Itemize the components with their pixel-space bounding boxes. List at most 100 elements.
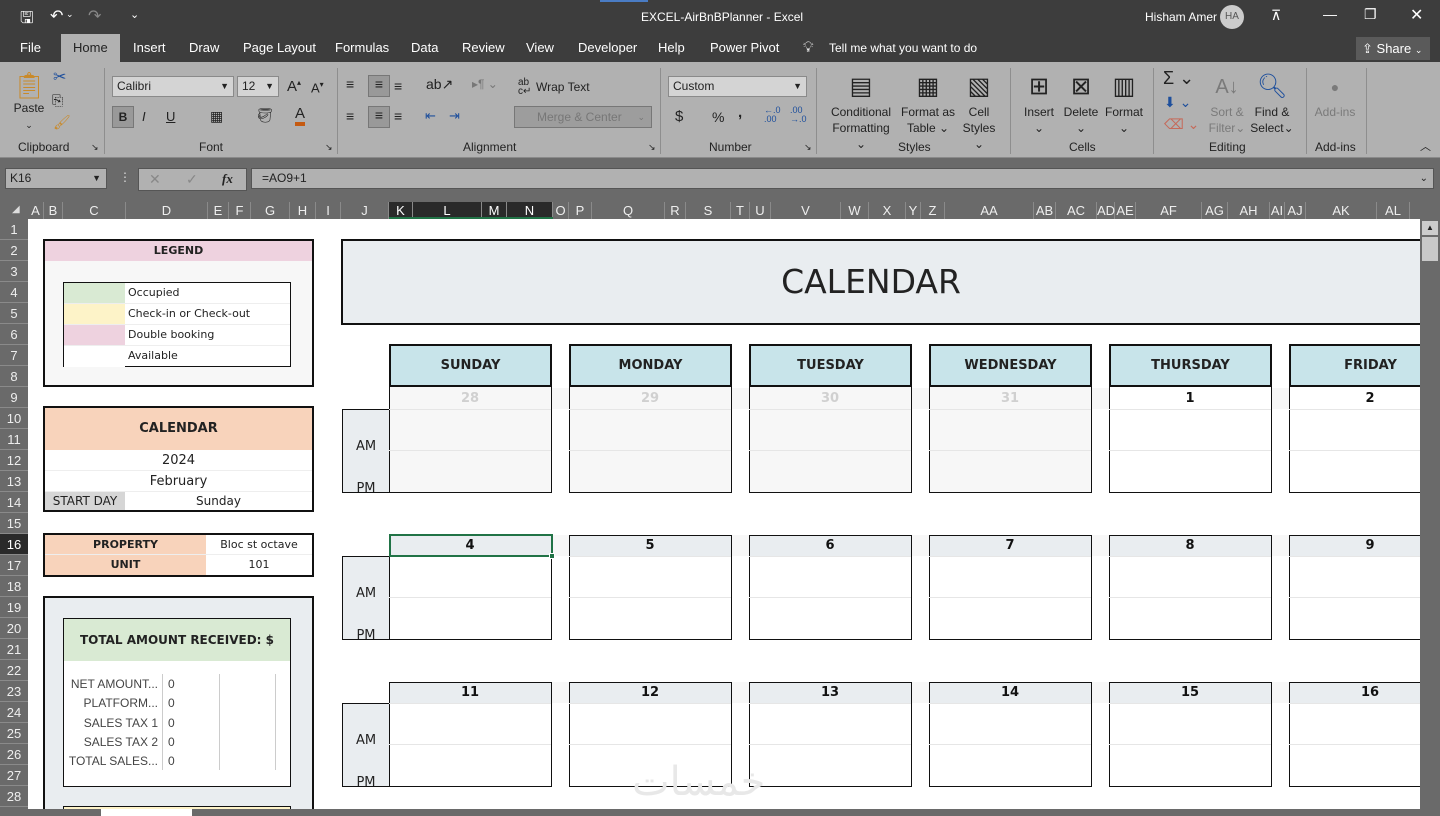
date-number[interactable]: 15	[1109, 682, 1271, 703]
column-header-p[interactable]: P	[569, 202, 592, 219]
tab-view[interactable]: View	[516, 34, 564, 62]
formula-input[interactable]: =AO9+1 ⌄	[251, 168, 1434, 189]
column-header-ad[interactable]: AD	[1097, 202, 1115, 219]
pm-slot[interactable]	[1110, 745, 1271, 785]
am-slot[interactable]	[390, 410, 551, 450]
pm-slot[interactable]	[930, 745, 1091, 785]
pm-slot[interactable]	[1290, 745, 1420, 785]
column-header-ab[interactable]: AB	[1034, 202, 1056, 219]
orientation-icon[interactable]: ab↗	[426, 76, 453, 93]
pm-slot[interactable]	[750, 598, 911, 638]
clipboard-launcher-icon[interactable]: ↘	[91, 142, 99, 153]
date-number[interactable]: 16	[1289, 682, 1420, 703]
column-header-u[interactable]: U	[750, 202, 771, 219]
vertical-scrollbar[interactable]: ▲	[1420, 219, 1440, 809]
row-header-24[interactable]: 24	[0, 702, 28, 723]
am-slot[interactable]	[1290, 704, 1420, 744]
pm-slot[interactable]	[1290, 598, 1420, 638]
date-number[interactable]: 8	[1109, 535, 1271, 556]
row-header-10[interactable]: 10	[0, 408, 28, 429]
row-header-4[interactable]: 4	[0, 282, 28, 303]
customize-toolbar-icon[interactable]: ⌄	[130, 8, 139, 21]
font-color-icon[interactable]: A	[295, 106, 306, 126]
tab-page-layout[interactable]: Page Layout	[233, 34, 326, 62]
row-header-8[interactable]: 8	[0, 366, 28, 387]
tab-developer[interactable]: Developer	[568, 34, 647, 62]
am-slot[interactable]	[750, 557, 911, 597]
paste-button[interactable]: 📋︎ Paste ⌄	[12, 70, 46, 133]
am-slot[interactable]	[390, 704, 551, 744]
fill-handle[interactable]	[549, 553, 555, 559]
percent-button[interactable]: %	[712, 109, 724, 125]
column-header-ae[interactable]: AE	[1115, 202, 1136, 219]
column-header-e[interactable]: E	[208, 202, 229, 219]
row-header-13[interactable]: 13	[0, 471, 28, 492]
column-header-ai[interactable]: AI	[1270, 202, 1285, 219]
select-all-button[interactable]: ◢	[12, 204, 20, 215]
align-right-icon[interactable]: ≡	[394, 108, 402, 124]
scroll-thumb[interactable]	[1422, 237, 1438, 261]
insert-cells-button[interactable]: ⊞ Insert ⌄	[1020, 70, 1058, 136]
format-painter-icon[interactable]: 🖌︎	[53, 114, 71, 131]
enter-icon[interactable]: ✓	[186, 171, 198, 188]
date-number[interactable]: 14	[929, 682, 1091, 703]
number-format-select[interactable]: Custom ▼	[668, 76, 807, 97]
row-header-16[interactable]: 16	[0, 534, 28, 555]
column-header-v[interactable]: V	[771, 202, 841, 219]
am-slot[interactable]	[750, 410, 911, 450]
am-slot[interactable]	[390, 557, 551, 597]
column-header-t[interactable]: T	[731, 202, 750, 219]
save-icon[interactable]: 🖫	[20, 7, 34, 34]
row-header-6[interactable]: 6	[0, 324, 28, 345]
column-header-r[interactable]: R	[665, 202, 686, 219]
year-cell[interactable]: 2024	[45, 450, 312, 471]
pm-slot[interactable]	[1290, 451, 1420, 491]
start-day-cell[interactable]: Sunday	[125, 492, 312, 510]
font-size-select[interactable]: 12 ▼	[237, 76, 279, 97]
decrease-font-icon[interactable]: A▾	[311, 80, 324, 95]
tab-review[interactable]: Review	[452, 34, 515, 62]
column-header-c[interactable]: C	[63, 202, 126, 219]
am-slot[interactable]	[1110, 704, 1271, 744]
autosum-icon[interactable]: Σ ⌄	[1163, 68, 1194, 89]
fill-color-icon[interactable]: 🪣︎	[256, 107, 274, 124]
am-slot[interactable]	[930, 704, 1091, 744]
selected-cell-k16[interactable]	[389, 534, 553, 557]
pm-slot[interactable]	[930, 451, 1091, 491]
row-header-14[interactable]: 14	[0, 492, 28, 513]
row-header-19[interactable]: 19	[0, 597, 28, 618]
decrease-decimal-icon[interactable]: .00 →.0	[790, 106, 807, 124]
unit-value[interactable]: 101	[206, 555, 312, 575]
row-header-27[interactable]: 27	[0, 765, 28, 786]
pm-slot[interactable]	[930, 598, 1091, 638]
totals-row-value[interactable]: 0	[160, 714, 175, 733]
date-number[interactable]: 28	[389, 388, 551, 409]
increase-decimal-icon[interactable]: ←.0.00	[764, 106, 781, 124]
increase-indent-icon[interactable]: ⇥	[449, 108, 460, 124]
borders-icon[interactable]: ▦	[210, 108, 223, 125]
am-slot[interactable]	[1290, 557, 1420, 597]
scroll-up-icon[interactable]: ▲	[1422, 221, 1438, 235]
row-header-11[interactable]: 11	[0, 429, 28, 450]
column-header-z[interactable]: Z	[921, 202, 945, 219]
worksheet[interactable]: LEGEND Occupied Check-in or Check-out Doub…	[28, 219, 1420, 809]
column-header-w[interactable]: W	[841, 202, 869, 219]
column-header-x[interactable]: X	[869, 202, 906, 219]
column-header-ah[interactable]: AH	[1228, 202, 1270, 219]
undo-dropdown-icon[interactable]: ⌄	[66, 9, 74, 20]
row-header-21[interactable]: 21	[0, 639, 28, 660]
close-icon[interactable]: ✕	[1410, 5, 1423, 25]
date-number[interactable]: 7	[929, 535, 1091, 556]
pm-slot[interactable]	[750, 745, 911, 785]
cell-styles-button[interactable]: ▧ Cell Styles ⌄	[956, 70, 1002, 152]
tab-data[interactable]: Data	[401, 34, 448, 62]
date-number[interactable]: 31	[929, 388, 1091, 409]
align-left-icon[interactable]: ≡	[346, 108, 354, 124]
share-button[interactable]: ⇪ Share ⌄	[1356, 37, 1430, 60]
ribbon-display-icon[interactable]: ⊼	[1271, 7, 1281, 24]
column-header-o[interactable]: O	[553, 202, 569, 219]
active-sheet-tab[interactable]	[101, 809, 192, 816]
sort-filter-button[interactable]: A↓ Sort & Filter⌄	[1206, 70, 1248, 136]
column-header-ak[interactable]: AK	[1306, 202, 1377, 219]
delete-cells-button[interactable]: ⊠ Delete ⌄	[1061, 70, 1101, 136]
